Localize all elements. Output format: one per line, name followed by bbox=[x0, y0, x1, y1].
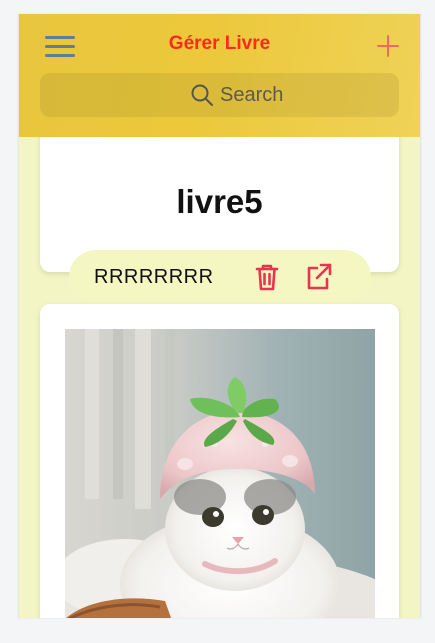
book-card-image bbox=[40, 304, 399, 618]
book-cover-image bbox=[65, 329, 375, 618]
app-header: Gérer Livre bbox=[19, 14, 420, 137]
book-title: livre5 bbox=[176, 183, 263, 220]
book-label: RRRRRRRR bbox=[94, 266, 214, 288]
external-link-icon[interactable] bbox=[303, 262, 333, 292]
search-icon bbox=[191, 84, 213, 106]
page-title: Gérer Livre bbox=[168, 33, 271, 54]
trash-icon[interactable] bbox=[252, 262, 282, 292]
book-actions-bar: RRRRRRRR bbox=[69, 250, 371, 304]
search-input[interactable] bbox=[220, 79, 390, 111]
plus-icon[interactable] bbox=[376, 34, 400, 58]
app-frame: livre5 RRRRRRRR Gérer Livre Search bbox=[18, 14, 421, 618]
search-bar bbox=[40, 73, 399, 117]
